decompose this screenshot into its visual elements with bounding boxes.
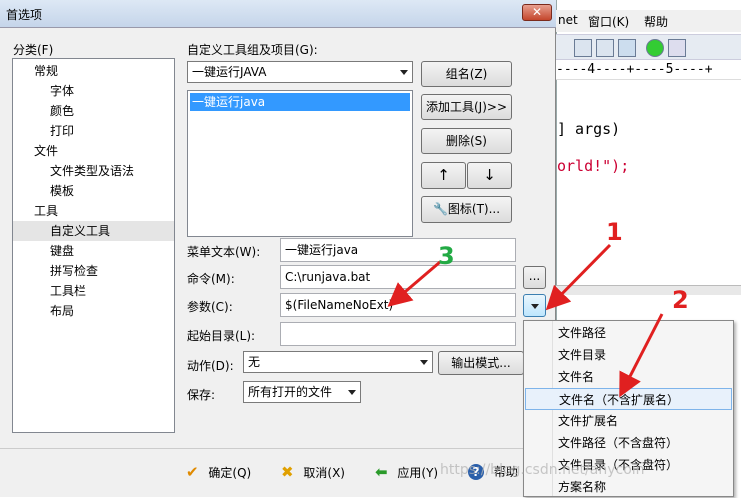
args-field[interactable]: $(FileNameNoExt): [280, 293, 516, 317]
command-field[interactable]: C:\runjava.bat: [280, 265, 516, 289]
dialog-title: 首选项: [6, 8, 43, 22]
popup-menu-item[interactable]: 文件目录: [525, 344, 732, 366]
action-select[interactable]: 无: [243, 351, 433, 373]
action-select-value: 无: [248, 355, 261, 369]
annotation-number-2: 2: [672, 286, 689, 314]
move-up-button[interactable]: ↑: [421, 162, 466, 189]
tree-item[interactable]: 文件类型及语法: [13, 161, 174, 181]
popup-menu-item[interactable]: 文件名（不含扩展名）: [525, 388, 732, 410]
toolbar-icon[interactable]: [618, 39, 636, 57]
chevron-down-icon: [400, 70, 408, 75]
category-tree[interactable]: 常规 字体 颜色 打印 文件 文件类型及语法 模板 工具 自定义工具 键盘 拼写检查 工具栏 布局: [12, 58, 175, 433]
toolbar-icon[interactable]: [574, 39, 592, 57]
tree-item[interactable]: 拼写检查: [13, 261, 174, 281]
popup-menu-item[interactable]: 文件路径（不含盘符）: [525, 432, 732, 454]
tree-item[interactable]: 工具栏: [13, 281, 174, 301]
move-down-button[interactable]: ↓: [467, 162, 512, 189]
command-label: 命令(M):: [187, 272, 235, 286]
help-cursor-icon[interactable]: [668, 39, 686, 57]
icon-button[interactable]: 🔧图标(T)...: [421, 196, 512, 223]
add-tool-button[interactable]: 添加工具(J)>>: [421, 94, 512, 120]
tree-item[interactable]: 模板: [13, 181, 174, 201]
editor-panel-divider: [556, 285, 741, 295]
popup-menu-item[interactable]: 文件名: [525, 366, 732, 388]
chevron-down-icon: [348, 390, 356, 395]
args-label: 参数(C):: [187, 300, 233, 314]
category-label: 分类(F): [13, 43, 54, 57]
group-name-button[interactable]: 组名(Z): [421, 61, 512, 87]
list-item[interactable]: 一键运行java: [190, 93, 410, 111]
output-mode-button[interactable]: 输出模式...: [438, 351, 524, 375]
editor-ruler: ----4----+----5----+: [556, 60, 741, 80]
delete-button[interactable]: 删除(S): [421, 128, 512, 154]
footer-divider: [0, 448, 556, 449]
args-dropdown-button[interactable]: [523, 294, 546, 317]
tree-item[interactable]: 颜色: [13, 101, 174, 121]
tree-item[interactable]: 文件: [13, 141, 174, 161]
ok-label: 确定(Q): [208, 466, 252, 480]
code-line: ] args): [557, 120, 621, 138]
tree-item[interactable]: 键盘: [13, 241, 174, 261]
cancel-button[interactable]: ✖ 取消(X): [281, 462, 345, 482]
preferences-dialog: 首选项 分类(F) 常规字体颜色打印文件文件类型及语法模板工具自定义工具键盘拼写…: [0, 0, 556, 497]
menu-window[interactable]: 窗口(K): [588, 13, 629, 30]
tool-listbox[interactable]: 一键运行java: [187, 90, 413, 237]
save-select-value: 所有打开的文件: [248, 385, 333, 399]
apply-label: 应用(Y): [397, 466, 439, 480]
group-select[interactable]: 一键运行JAVA: [187, 61, 413, 83]
checkmark-icon: ✔: [186, 463, 199, 481]
tree-item[interactable]: 字体: [13, 81, 174, 101]
close-icon: ✖: [281, 463, 294, 481]
wrench-icon: 🔧: [432, 202, 448, 216]
start-dir-field[interactable]: [280, 322, 516, 346]
menu-net[interactable]: net: [558, 13, 578, 27]
save-select[interactable]: 所有打开的文件: [243, 381, 361, 403]
tree-item[interactable]: 自定义工具: [13, 221, 174, 241]
group-select-value: 一键运行JAVA: [192, 65, 267, 79]
cancel-label: 取消(X): [303, 466, 345, 480]
apply-button[interactable]: ⬅ 应用(Y): [375, 462, 438, 482]
chevron-down-icon: [531, 304, 539, 309]
browse-button[interactable]: ...: [523, 266, 546, 289]
save-label: 保存:: [187, 388, 216, 402]
action-label: 动作(D):: [187, 359, 234, 373]
annotation-number-1: 1: [606, 218, 623, 246]
start-dir-label: 起始目录(L):: [187, 329, 256, 343]
tree-item[interactable]: 打印: [13, 121, 174, 141]
code-string: orld!");: [557, 157, 630, 175]
menu-text-label: 菜单文本(W):: [187, 245, 261, 259]
chevron-down-icon: [420, 360, 428, 365]
tree-item[interactable]: 布局: [13, 301, 174, 321]
menu-help[interactable]: 帮助: [644, 13, 668, 30]
group-label: 自定义工具组及项目(G):: [187, 43, 318, 57]
watermark: https://blog.csdn.net/anycoin: [440, 462, 645, 478]
toolbar-icon[interactable]: [596, 39, 614, 57]
menu-text-field[interactable]: 一键运行java: [280, 238, 516, 262]
ok-button[interactable]: ✔ 确定(Q): [186, 462, 251, 482]
tree-item[interactable]: 工具: [13, 201, 174, 221]
dialog-titlebar: 首选项: [0, 0, 556, 28]
close-button[interactable]: [522, 4, 552, 21]
run-icon[interactable]: [646, 39, 664, 57]
annotation-number-3: 3: [438, 242, 455, 270]
tree-item[interactable]: 常规: [13, 61, 174, 81]
popup-menu-item[interactable]: 文件路径: [525, 322, 732, 344]
editor-menubar: net 窗口(K) 帮助: [556, 10, 741, 32]
popup-menu-item[interactable]: 方案名称: [525, 476, 732, 498]
arrow-left-icon: ⬅: [375, 463, 388, 481]
popup-menu-item[interactable]: 文件扩展名: [525, 410, 732, 432]
icon-button-label: 图标(T)...: [447, 202, 501, 216]
code-line: orld!");: [557, 157, 629, 175]
editor-toolbar: [556, 34, 741, 60]
